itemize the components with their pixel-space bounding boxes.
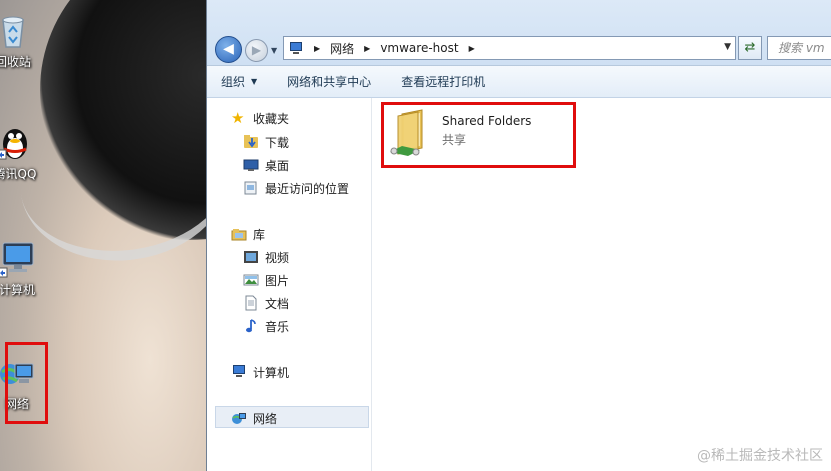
chevron-right-icon[interactable]: ▶ <box>308 44 326 53</box>
arrow-left-icon: ◀ <box>223 41 234 57</box>
organize-menu[interactable]: 组织 ▼ <box>221 73 257 90</box>
desktop: 回收站 腾讯QQ 计算机 <box>0 0 206 471</box>
network-sharing-center-button[interactable]: 网络和共享中心 <box>287 73 371 90</box>
chevron-right-icon[interactable]: ▶ <box>358 44 376 53</box>
desktop-icon-label: 计算机 <box>0 283 35 297</box>
back-button[interactable]: ◀ <box>215 36 242 63</box>
nav-libraries[interactable]: 库 <box>231 224 265 244</box>
nav-computer[interactable]: 计算机 <box>231 362 289 382</box>
computer-small-icon <box>231 364 247 380</box>
nav-music[interactable]: 音乐 <box>243 316 289 336</box>
network-small-icon <box>231 410 247 426</box>
navigation-pane: ★ 收藏夹 下载 桌面 最近访问的位置 库 视频 图片 文档 音乐 计算机 网络 <box>207 98 372 471</box>
nav-label: 网络 <box>253 411 278 426</box>
nav-label: 文档 <box>265 296 290 311</box>
explorer-window: ◀ ▶ ▼ ▶ 网络 ▶ vmware-host ▶ ▼ ⇄ 搜索 vm 组织 … <box>206 0 831 471</box>
view-remote-printers-button[interactable]: 查看远程打印机 <box>401 73 485 90</box>
arrow-right-icon: ▶ <box>251 43 262 57</box>
nav-label: 桌面 <box>265 158 290 173</box>
nav-videos[interactable]: 视频 <box>243 247 289 267</box>
search-placeholder: 搜索 vm <box>778 41 825 55</box>
nav-desktop[interactable]: 桌面 <box>243 155 289 175</box>
desktop-icon-label: 回收站 <box>0 55 31 69</box>
chevron-right-icon[interactable]: ▶ <box>463 44 481 53</box>
refresh-button[interactable]: ⇄ <box>738 36 762 60</box>
computer-small-icon <box>288 41 304 55</box>
recent-pages-dropdown[interactable]: ▼ <box>271 46 277 55</box>
desktop-icon-qq[interactable]: 腾讯QQ <box>0 122 50 182</box>
nav-label: 图片 <box>265 273 290 288</box>
highlight-box-desktop-network <box>5 342 48 424</box>
address-bar-area: ◀ ▶ ▼ ▶ 网络 ▶ vmware-host ▶ ▼ ⇄ 搜索 vm <box>207 0 831 66</box>
watermark: @稀土掘金技术社区 <box>697 448 823 464</box>
nav-label: 计算机 <box>253 365 290 380</box>
breadcrumb-vmware-host[interactable]: vmware-host <box>376 41 462 55</box>
nav-label: 最近访问的位置 <box>265 181 350 196</box>
computer-icon <box>0 238 37 278</box>
nav-downloads[interactable]: 下载 <box>243 132 289 152</box>
command-bar: 组织 ▼ 网络和共享中心 查看远程打印机 <box>207 66 831 98</box>
star-icon: ★ <box>231 109 245 127</box>
recent-places-icon <box>243 180 259 196</box>
picture-icon <box>243 272 259 288</box>
nav-pictures[interactable]: 图片 <box>243 270 289 290</box>
nav-documents[interactable]: 文档 <box>243 293 289 313</box>
document-icon <box>243 295 259 311</box>
nav-label: 视频 <box>265 250 290 265</box>
chevron-down-icon: ▼ <box>251 77 258 86</box>
nav-label: 收藏夹 <box>253 111 290 126</box>
search-input[interactable]: 搜索 vm <box>767 36 831 60</box>
address-bar[interactable]: ▶ 网络 ▶ vmware-host ▶ ▼ <box>283 36 736 60</box>
recycle-bin-icon <box>0 10 33 50</box>
nav-label: 库 <box>253 227 266 242</box>
qq-penguin-icon <box>0 122 35 162</box>
downloads-folder-icon <box>243 134 259 150</box>
desktop-icon-label: 腾讯QQ <box>0 167 37 181</box>
nav-label: 音乐 <box>265 319 290 334</box>
desktop-icon <box>243 157 259 173</box>
nav-favorites[interactable]: ★ 收藏夹 <box>231 108 289 128</box>
organize-label: 组织 <box>221 75 246 89</box>
chevron-down-icon[interactable]: ▼ <box>724 42 731 52</box>
nav-label: 下载 <box>265 135 290 150</box>
library-icon <box>231 226 247 242</box>
highlight-box-shared-folders <box>381 102 576 168</box>
nav-network[interactable]: 网络 <box>231 408 277 428</box>
forward-button[interactable]: ▶ <box>245 39 268 62</box>
nav-recent-places[interactable]: 最近访问的位置 <box>243 178 349 198</box>
desktop-icon-computer[interactable]: 计算机 <box>0 238 52 298</box>
desktop-icon-recycle-bin[interactable]: 回收站 <box>0 10 48 70</box>
video-icon <box>243 249 259 265</box>
refresh-icon: ⇄ <box>744 40 756 55</box>
breadcrumb-network[interactable]: 网络 <box>326 40 358 57</box>
music-note-icon <box>243 318 259 334</box>
